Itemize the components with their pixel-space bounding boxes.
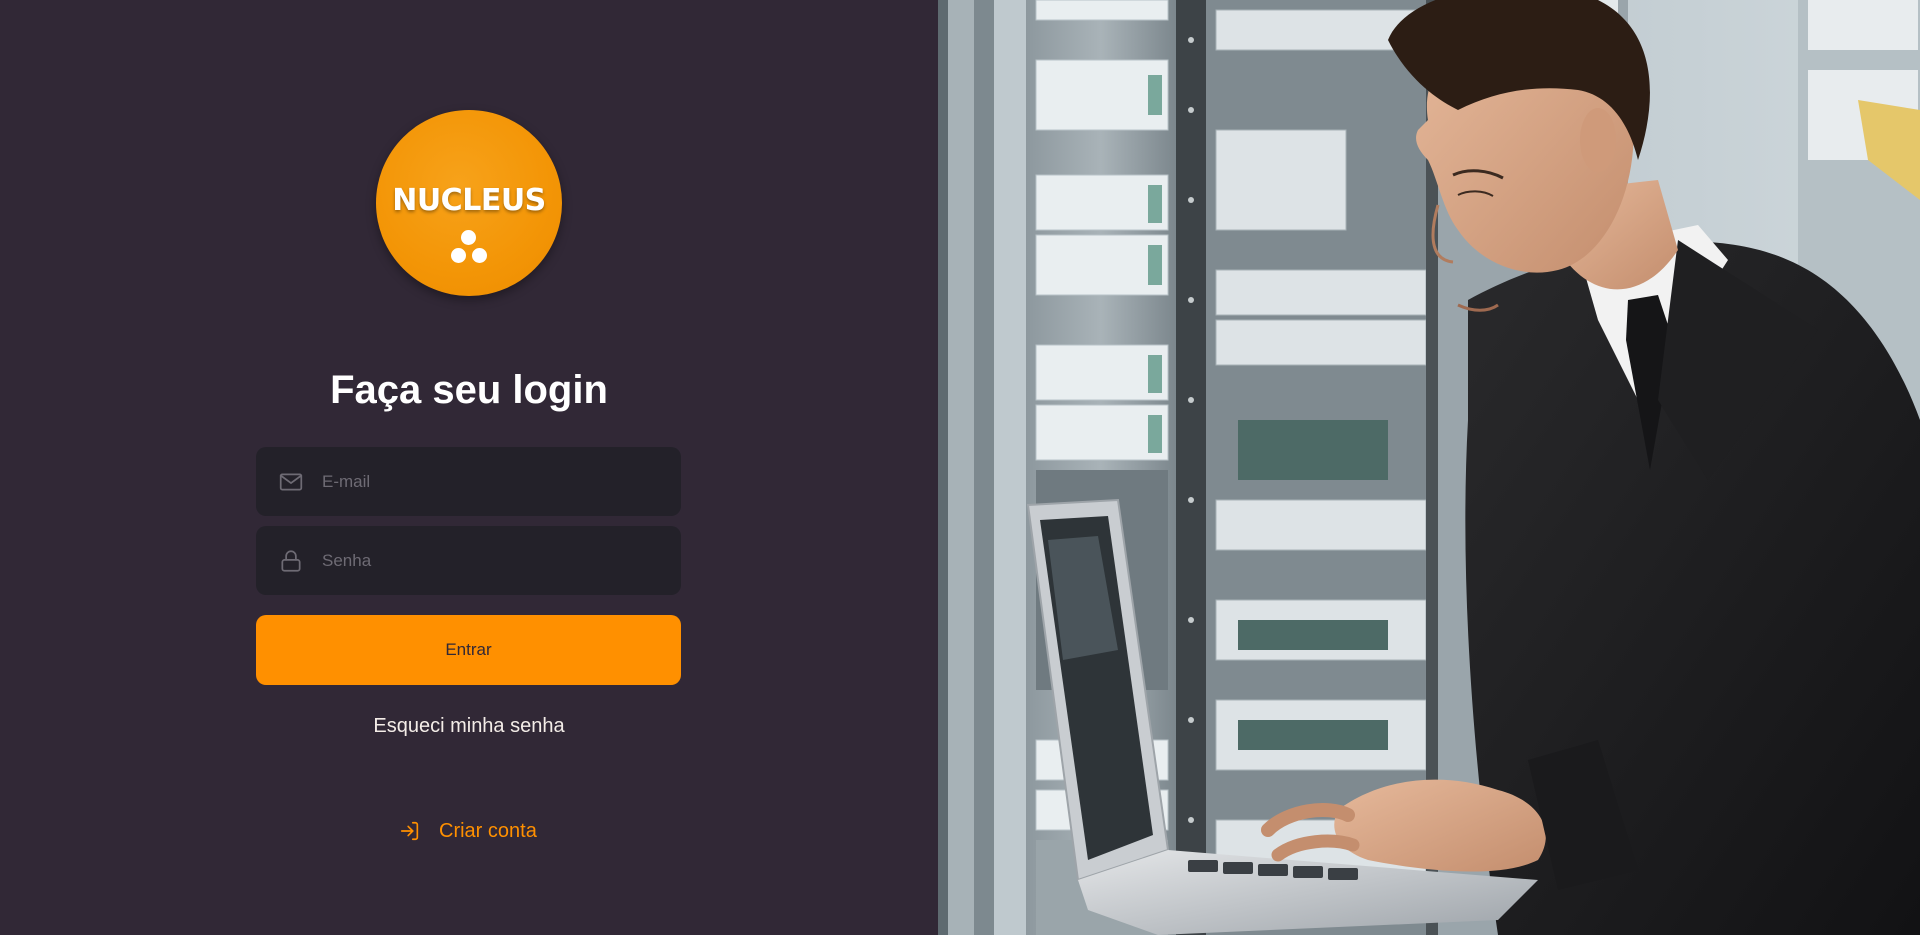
forgot-password-link[interactable]: Esqueci minha senha (0, 715, 938, 738)
page-title: Faça seu login (330, 368, 608, 412)
logo-dot (461, 230, 476, 245)
logo-dot (451, 248, 466, 263)
email-field-container[interactable] (256, 447, 681, 516)
mail-icon (279, 473, 303, 491)
login-button[interactable]: Entrar (256, 615, 681, 685)
logo: NUCLEUS (376, 110, 562, 296)
login-panel: NUCLEUS Faça seu login Entrar Esqueci mi… (0, 0, 938, 935)
log-in-icon (400, 821, 419, 841)
logo-dot (472, 248, 487, 263)
server-room-illustration (938, 0, 1920, 935)
email-input[interactable] (322, 447, 662, 516)
password-input[interactable] (322, 526, 662, 595)
background-photo (938, 0, 1920, 935)
logo-text: NUCLEUS (392, 183, 546, 218)
create-account-label: Criar conta (439, 819, 537, 842)
lock-icon (281, 550, 301, 572)
create-account-link[interactable]: Criar conta (399, 818, 537, 844)
password-field-container[interactable] (256, 526, 681, 595)
